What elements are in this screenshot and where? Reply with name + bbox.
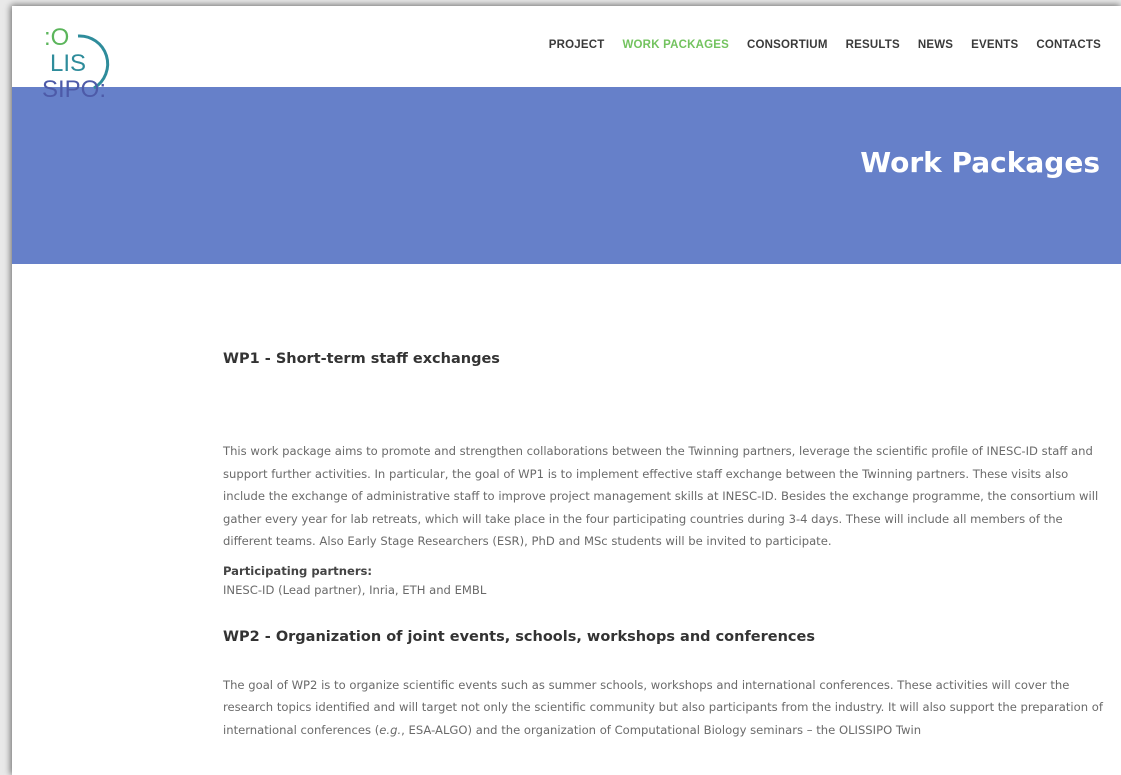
site-header: :O LIS SIPO: PROJECT WORK PACKAGES CONSO… [12,6,1121,102]
nav-item-work-packages[interactable]: WORK PACKAGES [622,39,729,51]
olissipo-logo[interactable]: :O LIS SIPO: [36,24,146,124]
main-content: WP1 - Short-term staff exchanges This wo… [223,351,1103,741]
nav-item-events[interactable]: EVENTS [971,39,1018,51]
page-title: Work Packages [860,146,1100,179]
nav-item-consortium[interactable]: CONSORTIUM [747,39,828,51]
wp1-partners-label: Participating partners: [223,563,373,578]
nav-item-contacts[interactable]: CONTACTS [1036,39,1101,51]
wp2-text-part-b: , ESA-ALGO) and the organization of Comp… [401,722,922,737]
nav-item-results[interactable]: RESULTS [846,39,900,51]
wp2-heading: WP2 - Organization of joint events, scho… [223,628,815,645]
wp2-text-eg: e.g. [379,722,402,737]
browser-window: :O LIS SIPO: PROJECT WORK PACKAGES CONSO… [12,6,1121,775]
wp1-heading: WP1 - Short-term staff exchanges [223,351,500,367]
logo-line-1: :O [44,24,70,51]
logo-line-2: LIS [50,50,87,77]
wp1-description: This work package aims to promote and st… [223,444,1099,548]
wp1-partners: INESC-ID (Lead partner), Inria, ETH and … [223,582,487,597]
nav-item-project[interactable]: PROJECT [549,39,605,51]
nav-item-news[interactable]: NEWS [918,39,953,51]
wp2-description: The goal of WP2 is to organize scientifi… [223,674,1103,742]
page-hero-banner: Work Packages [12,87,1121,264]
logo-line-3: SIPO: [42,76,107,103]
main-nav: PROJECT WORK PACKAGES CONSORTIUM RESULTS… [549,39,1101,51]
